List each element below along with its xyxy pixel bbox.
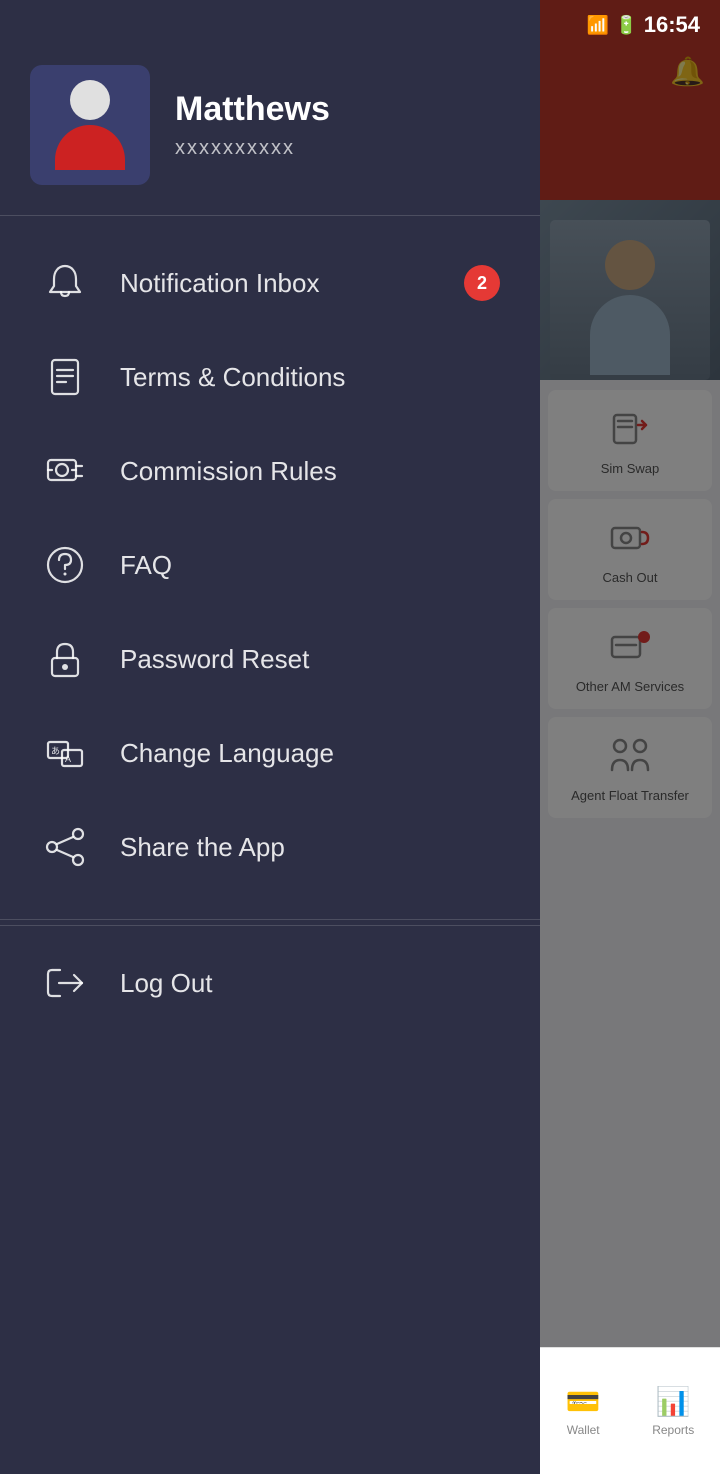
document-icon — [40, 352, 90, 402]
status-icons: 📶 🔋 16:54 — [587, 12, 700, 38]
share-icon — [40, 822, 90, 872]
lock-icon — [40, 634, 90, 684]
notification-badge: 2 — [464, 265, 500, 301]
notification-inbox-label: Notification Inbox — [120, 268, 319, 299]
commission-label: Commission Rules — [120, 456, 337, 487]
status-bar: 📶 🔋 16:54 — [0, 0, 720, 50]
question-icon — [40, 540, 90, 590]
reports-label: Reports — [652, 1423, 694, 1437]
bottom-nav: 💳 Wallet 📊 Reports — [540, 1347, 720, 1474]
menu-list: Notification Inbox 2 Terms & Conditions — [0, 216, 540, 914]
reports-icon: 📊 — [656, 1385, 691, 1418]
profile-id: xxxxxxxxxx — [175, 137, 510, 160]
language-label: Change Language — [120, 738, 334, 769]
menu-item-password[interactable]: Password Reset — [0, 612, 540, 706]
svg-text:あ: あ — [51, 746, 60, 756]
menu-item-language[interactable]: あ A Change Language — [0, 706, 540, 800]
logout-icon — [40, 958, 90, 1008]
avatar-head — [70, 80, 110, 120]
menu-item-terms[interactable]: Terms & Conditions — [0, 330, 540, 424]
nav-reports[interactable]: 📊 Reports — [652, 1385, 694, 1437]
share-label: Share the App — [120, 832, 285, 863]
wallet-label: Wallet — [567, 1423, 600, 1437]
menu-item-notification-inbox[interactable]: Notification Inbox 2 — [0, 236, 540, 330]
money-icon — [40, 446, 90, 496]
password-reset-label: Password Reset — [120, 644, 309, 675]
terms-label: Terms & Conditions — [120, 362, 345, 393]
profile-info: Matthews xxxxxxxxxx — [175, 90, 510, 160]
drawer-bottom-space — [0, 1040, 540, 1474]
signal-icon: 📶 — [587, 15, 609, 36]
status-time: 16:54 — [644, 12, 700, 38]
svg-text:A: A — [65, 754, 71, 764]
wallet-icon: 💳 — [566, 1385, 601, 1418]
faq-label: FAQ — [120, 550, 172, 581]
battery-icon: 🔋 — [615, 15, 637, 36]
bell-icon — [40, 258, 90, 308]
avatar-body — [55, 125, 125, 170]
menu-item-faq[interactable]: FAQ — [0, 518, 540, 612]
avatar-person — [55, 80, 125, 170]
avatar — [30, 65, 150, 185]
menu-item-share[interactable]: Share the App — [0, 800, 540, 894]
logout-section: Log Out — [0, 925, 540, 1040]
menu-item-commission[interactable]: Commission Rules — [0, 424, 540, 518]
drawer-menu: Matthews xxxxxxxxxx Notification Inbox 2 — [0, 0, 540, 1474]
menu-divider — [0, 919, 540, 920]
logout-label: Log Out — [120, 968, 213, 999]
profile-name: Matthews — [175, 90, 510, 129]
menu-item-logout[interactable]: Log Out — [0, 936, 540, 1030]
language-icon: あ A — [40, 728, 90, 778]
nav-wallet[interactable]: 💳 Wallet — [566, 1385, 601, 1437]
